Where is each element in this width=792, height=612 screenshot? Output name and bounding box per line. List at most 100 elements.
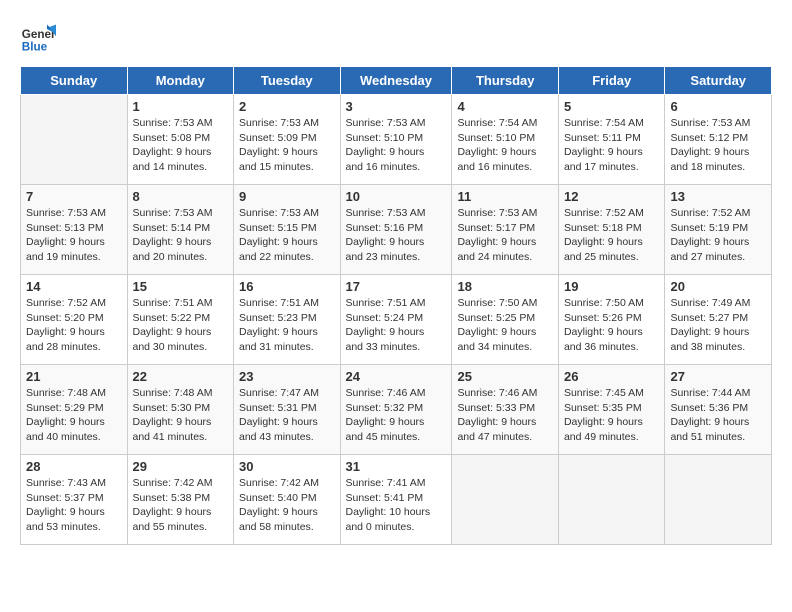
- day-info: Sunrise: 7:53 AM Sunset: 5:13 PM Dayligh…: [26, 206, 122, 265]
- svg-text:Blue: Blue: [22, 41, 48, 54]
- day-number: 21: [26, 369, 122, 384]
- day-info: Sunrise: 7:50 AM Sunset: 5:25 PM Dayligh…: [457, 296, 553, 355]
- calendar-cell: 1 Sunrise: 7:53 AM Sunset: 5:08 PM Daylig…: [127, 95, 234, 185]
- day-number: 17: [346, 279, 447, 294]
- weekday-sunday: Sunday: [21, 67, 128, 95]
- calendar-cell: 28Sunrise: 7:43 AM Sunset: 5:37 PM Dayli…: [21, 455, 128, 545]
- day-number: 29: [133, 459, 229, 474]
- calendar-cell: [452, 455, 559, 545]
- day-info: Sunrise: 7:51 AM Sunset: 5:24 PM Dayligh…: [346, 296, 447, 355]
- calendar-cell: 5Sunrise: 7:54 AM Sunset: 5:11 PM Daylig…: [558, 95, 665, 185]
- day-number: 20: [670, 279, 766, 294]
- day-info: Sunrise: 7:53 AM Sunset: 5:15 PM Dayligh…: [239, 206, 335, 265]
- calendar-cell: 27 Sunrise: 7:44 AM Sunset: 5:36 PM Dayli…: [665, 365, 772, 455]
- calendar-cell: 23Sunrise: 7:47 AM Sunset: 5:31 PM Dayli…: [234, 365, 341, 455]
- weekday-saturday: Saturday: [665, 67, 772, 95]
- calendar-cell: 9Sunrise: 7:53 AM Sunset: 5:15 PM Daylig…: [234, 185, 341, 275]
- day-number: 8: [133, 189, 229, 204]
- day-info: Sunrise: 7:52 AM Sunset: 5:20 PM Dayligh…: [26, 296, 122, 355]
- day-number: 12: [564, 189, 660, 204]
- calendar-cell: 17 Sunrise: 7:51 AM Sunset: 5:24 PM Dayli…: [340, 275, 452, 365]
- calendar-cell: 6Sunrise: 7:53 AM Sunset: 5:12 PM Daylig…: [665, 95, 772, 185]
- day-number: 13: [670, 189, 766, 204]
- day-number: 31: [346, 459, 447, 474]
- day-info: Sunrise: 7:52 AM Sunset: 5:19 PM Dayligh…: [670, 206, 766, 265]
- calendar-table: SundayMondayTuesdayWednesdayThursdayFrid…: [20, 66, 772, 545]
- calendar-cell: 10 Sunrise: 7:53 AM Sunset: 5:16 PM Dayli…: [340, 185, 452, 275]
- calendar-cell: 25 Sunrise: 7:46 AM Sunset: 5:33 PM Dayli…: [452, 365, 559, 455]
- calendar-cell: [21, 95, 128, 185]
- calendar-cell: 24 Sunrise: 7:46 AM Sunset: 5:32 PM Dayli…: [340, 365, 452, 455]
- day-info: Sunrise: 7:42 AM Sunset: 5:38 PM Dayligh…: [133, 476, 229, 535]
- calendar-cell: 12 Sunrise: 7:52 AM Sunset: 5:18 PM Dayli…: [558, 185, 665, 275]
- day-number: 3: [346, 99, 447, 114]
- day-info: Sunrise: 7:46 AM Sunset: 5:33 PM Dayligh…: [457, 386, 553, 445]
- day-info: Sunrise: 7:53 AM Sunset: 5:10 PM Dayligh…: [346, 116, 447, 175]
- day-info: Sunrise: 7:52 AM Sunset: 5:18 PM Dayligh…: [564, 206, 660, 265]
- calendar-cell: 21 Sunrise: 7:48 AM Sunset: 5:29 PM Dayli…: [21, 365, 128, 455]
- weekday-monday: Monday: [127, 67, 234, 95]
- day-number: 25: [457, 369, 553, 384]
- weekday-wednesday: Wednesday: [340, 67, 452, 95]
- day-info: Sunrise: 7:53 AM Sunset: 5:14 PM Dayligh…: [133, 206, 229, 265]
- week-row-3: 14Sunrise: 7:52 AM Sunset: 5:20 PM Dayli…: [21, 275, 772, 365]
- day-info: Sunrise: 7:44 AM Sunset: 5:36 PM Dayligh…: [670, 386, 766, 445]
- day-info: Sunrise: 7:53 AM Sunset: 5:12 PM Dayligh…: [670, 116, 766, 175]
- day-info: Sunrise: 7:53 AM Sunset: 5:08 PM Dayligh…: [133, 116, 229, 175]
- day-info: Sunrise: 7:45 AM Sunset: 5:35 PM Dayligh…: [564, 386, 660, 445]
- weekday-thursday: Thursday: [452, 67, 559, 95]
- weekday-tuesday: Tuesday: [234, 67, 341, 95]
- day-info: Sunrise: 7:42 AM Sunset: 5:40 PM Dayligh…: [239, 476, 335, 535]
- day-info: Sunrise: 7:41 AM Sunset: 5:41 PM Dayligh…: [346, 476, 447, 535]
- day-info: Sunrise: 7:48 AM Sunset: 5:30 PM Dayligh…: [133, 386, 229, 445]
- day-number: 18: [457, 279, 553, 294]
- day-number: 5: [564, 99, 660, 114]
- day-number: 30: [239, 459, 335, 474]
- calendar-cell: 29 Sunrise: 7:42 AM Sunset: 5:38 PM Dayli…: [127, 455, 234, 545]
- week-row-5: 28Sunrise: 7:43 AM Sunset: 5:37 PM Dayli…: [21, 455, 772, 545]
- week-row-2: 7 Sunrise: 7:53 AM Sunset: 5:13 PM Daylig…: [21, 185, 772, 275]
- day-number: 15: [133, 279, 229, 294]
- day-number: 22: [133, 369, 229, 384]
- day-info: Sunrise: 7:54 AM Sunset: 5:10 PM Dayligh…: [457, 116, 553, 175]
- day-number: 10: [346, 189, 447, 204]
- day-info: Sunrise: 7:51 AM Sunset: 5:22 PM Dayligh…: [133, 296, 229, 355]
- day-info: Sunrise: 7:53 AM Sunset: 5:09 PM Dayligh…: [239, 116, 335, 175]
- day-number: 16: [239, 279, 335, 294]
- day-number: 4: [457, 99, 553, 114]
- day-number: 11: [457, 189, 553, 204]
- logo-icon: General Blue: [20, 20, 56, 56]
- calendar-cell: 26 Sunrise: 7:45 AM Sunset: 5:35 PM Dayli…: [558, 365, 665, 455]
- calendar-cell: 4 Sunrise: 7:54 AM Sunset: 5:10 PM Daylig…: [452, 95, 559, 185]
- day-info: Sunrise: 7:53 AM Sunset: 5:16 PM Dayligh…: [346, 206, 447, 265]
- day-number: 19: [564, 279, 660, 294]
- calendar-cell: 13 Sunrise: 7:52 AM Sunset: 5:19 PM Dayli…: [665, 185, 772, 275]
- logo: General Blue: [20, 20, 56, 56]
- calendar-cell: 8 Sunrise: 7:53 AM Sunset: 5:14 PM Daylig…: [127, 185, 234, 275]
- calendar-cell: 11 Sunrise: 7:53 AM Sunset: 5:17 PM Dayli…: [452, 185, 559, 275]
- calendar-cell: 16Sunrise: 7:51 AM Sunset: 5:23 PM Dayli…: [234, 275, 341, 365]
- day-info: Sunrise: 7:46 AM Sunset: 5:32 PM Dayligh…: [346, 386, 447, 445]
- week-row-4: 21 Sunrise: 7:48 AM Sunset: 5:29 PM Dayli…: [21, 365, 772, 455]
- calendar-cell: 22 Sunrise: 7:48 AM Sunset: 5:30 PM Dayli…: [127, 365, 234, 455]
- calendar-cell: 7 Sunrise: 7:53 AM Sunset: 5:13 PM Daylig…: [21, 185, 128, 275]
- day-info: Sunrise: 7:53 AM Sunset: 5:17 PM Dayligh…: [457, 206, 553, 265]
- calendar-cell: [665, 455, 772, 545]
- day-number: 26: [564, 369, 660, 384]
- calendar-cell: 15 Sunrise: 7:51 AM Sunset: 5:22 PM Dayli…: [127, 275, 234, 365]
- weekday-friday: Friday: [558, 67, 665, 95]
- day-info: Sunrise: 7:49 AM Sunset: 5:27 PM Dayligh…: [670, 296, 766, 355]
- day-number: 27: [670, 369, 766, 384]
- day-info: Sunrise: 7:48 AM Sunset: 5:29 PM Dayligh…: [26, 386, 122, 445]
- calendar-cell: 20 Sunrise: 7:49 AM Sunset: 5:27 PM Dayli…: [665, 275, 772, 365]
- calendar-cell: [558, 455, 665, 545]
- calendar-cell: 14Sunrise: 7:52 AM Sunset: 5:20 PM Dayli…: [21, 275, 128, 365]
- day-number: 24: [346, 369, 447, 384]
- day-number: 1: [133, 99, 229, 114]
- calendar-cell: 3 Sunrise: 7:53 AM Sunset: 5:10 PM Daylig…: [340, 95, 452, 185]
- day-number: 28: [26, 459, 122, 474]
- day-number: 23: [239, 369, 335, 384]
- day-number: 7: [26, 189, 122, 204]
- calendar-cell: 31 Sunrise: 7:41 AM Sunset: 5:41 PM Dayli…: [340, 455, 452, 545]
- day-info: Sunrise: 7:50 AM Sunset: 5:26 PM Dayligh…: [564, 296, 660, 355]
